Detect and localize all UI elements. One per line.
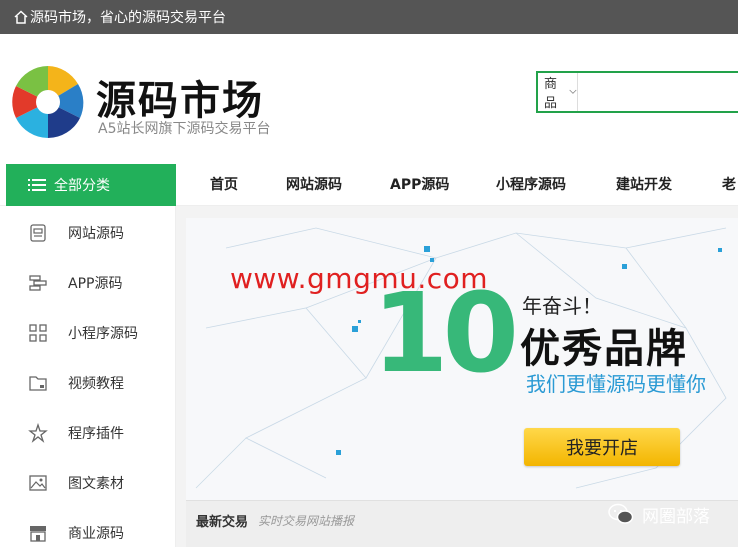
open-store-button[interactable]: 我要开店 — [524, 428, 680, 466]
banner-slogan: 我们更懂源码更懂你 — [526, 372, 706, 396]
top-bar: 源码市场，省心的源码交易平台 — [0, 0, 738, 34]
nav-item-more[interactable]: 老 — [722, 164, 736, 206]
latest-trades-subtitle: 实时交易网站播报 — [258, 514, 355, 528]
search-type-value: 商品 — [544, 77, 558, 111]
website-icon — [26, 221, 50, 245]
nav-item-home[interactable]: 首页 — [210, 164, 238, 206]
logo-subtitle: A5站长网旗下源码交易平台 — [98, 121, 271, 137]
site-header: 源码市场 A5站长网旗下源码交易平台 商品 — [0, 34, 738, 164]
sidebar-item-label: APP源码 — [68, 276, 123, 292]
image-icon — [26, 471, 50, 495]
top-bar-text: 源码市场，省心的源码交易平台 — [30, 10, 226, 26]
watermark-badge: 网圈部落 — [608, 500, 710, 528]
sidebar-item-miniprogram-source[interactable]: 小程序源码 — [6, 308, 176, 358]
nav-item-app-source[interactable]: APP源码 — [390, 164, 449, 206]
sidebar-item-video-tutorial[interactable]: 视频教程 — [6, 358, 176, 408]
category-sidebar: 网站源码 APP源码 小程序源码 视频教程 程序插件 图文素材 商业源码 — [6, 206, 176, 547]
sidebar-item-app-source[interactable]: APP源码 — [6, 258, 176, 308]
sidebar-item-label: 小程序源码 — [68, 326, 138, 342]
home-icon[interactable] — [14, 10, 28, 24]
latest-trades-title: 最新交易 — [196, 515, 249, 530]
banner-line1: 年奋斗！ — [522, 294, 602, 318]
watermark-badge-text: 网圈部落 — [642, 506, 710, 527]
sidebar-item-plugins[interactable]: 程序插件 — [6, 408, 176, 458]
sidebar-item-label: 网站源码 — [68, 226, 124, 242]
sidebar-item-graphic-assets[interactable]: 图文素材 — [6, 458, 176, 508]
chevron-down-icon — [569, 89, 577, 94]
sidebar-item-website-source[interactable]: 网站源码 — [6, 208, 176, 258]
wechat-icon — [608, 503, 634, 524]
banner-headline: 优秀品牌 — [520, 325, 688, 372]
search-type-select[interactable]: 商品 — [538, 73, 579, 111]
nav-item-miniprogram-source[interactable]: 小程序源码 — [496, 164, 566, 206]
menu-list-icon — [28, 179, 46, 191]
main-content: www.gmgmu.com 10 年奋斗！ 优秀品牌 我们更懂源码更懂你 我要开… — [176, 206, 738, 547]
app-icon — [26, 271, 50, 295]
logo-mark-icon[interactable] — [8, 62, 88, 142]
nav-item-website-source[interactable]: 网站源码 — [286, 164, 342, 206]
folder-icon — [26, 371, 50, 395]
sidebar-item-label: 图文素材 — [68, 476, 124, 492]
banner-big-number: 10 — [372, 269, 519, 397]
sidebar-item-label: 视频教程 — [68, 376, 124, 392]
store-icon — [26, 521, 50, 545]
main-nav: 全部分类 首页 网站源码 APP源码 小程序源码 建站开发 老 — [0, 164, 738, 206]
all-categories-label: 全部分类 — [54, 178, 110, 194]
sidebar-item-label: 商业源码 — [68, 526, 124, 542]
all-categories-button[interactable]: 全部分类 — [6, 164, 176, 206]
promo-banner[interactable]: www.gmgmu.com 10 年奋斗！ 优秀品牌 我们更懂源码更懂你 我要开… — [186, 218, 738, 500]
grid-icon — [26, 321, 50, 345]
sidebar-item-label: 程序插件 — [68, 426, 124, 442]
search-input[interactable] — [578, 73, 738, 111]
sidebar-item-commercial-source[interactable]: 商业源码 — [6, 508, 176, 558]
plugin-icon — [26, 421, 50, 445]
search-box: 商品 — [536, 71, 738, 113]
nav-item-site-dev[interactable]: 建站开发 — [616, 164, 672, 206]
